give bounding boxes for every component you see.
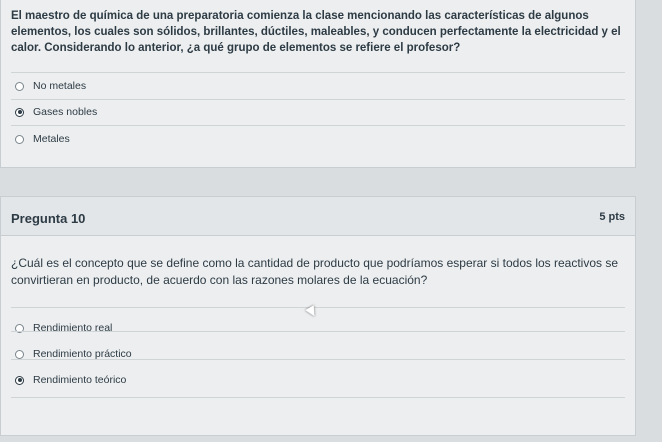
option-label: No metales [33,80,87,92]
radio-button-selected[interactable] [15,375,24,385]
q10-option-rendimiento-teorico[interactable]: Rendimiento teórico [15,369,621,391]
option-label: Rendimiento real [33,322,113,334]
question-points: 5 pts [599,211,625,223]
divider [11,72,625,73]
question-9-card: El maestro de química de una preparatori… [0,0,636,168]
option-label: Metales [33,133,70,145]
question-title: Pregunta 10 [11,211,86,226]
divider [11,307,625,308]
question-header: Pregunta 10 5 pts [1,197,635,236]
divider [11,359,625,360]
option-label: Rendimiento teórico [33,374,127,386]
radio-button[interactable] [15,134,24,144]
question-10-text: ¿Cuál es el concepto que se define como … [11,256,619,287]
radio-button[interactable] [15,81,24,91]
divider [11,331,625,332]
q9-option-no-metales[interactable]: No metales [15,75,621,97]
divider [11,397,625,398]
question-9-text: El maestro de química de una preparatori… [11,10,621,54]
q9-option-metales[interactable]: Metales [15,128,621,150]
radio-button-selected[interactable] [15,107,24,117]
option-label: Gases nobles [33,106,98,118]
radio-button[interactable] [15,349,24,359]
divider [11,125,625,126]
q9-option-gases-nobles[interactable]: Gases nobles [15,101,621,123]
divider [11,99,625,100]
q10-option-rendimiento-real[interactable]: Rendimiento real [15,317,621,339]
q10-option-rendimiento-practico[interactable]: Rendimiento práctico [15,343,621,365]
question-10-card: Pregunta 10 5 pts ¿Cuál es el concepto q… [0,196,636,436]
